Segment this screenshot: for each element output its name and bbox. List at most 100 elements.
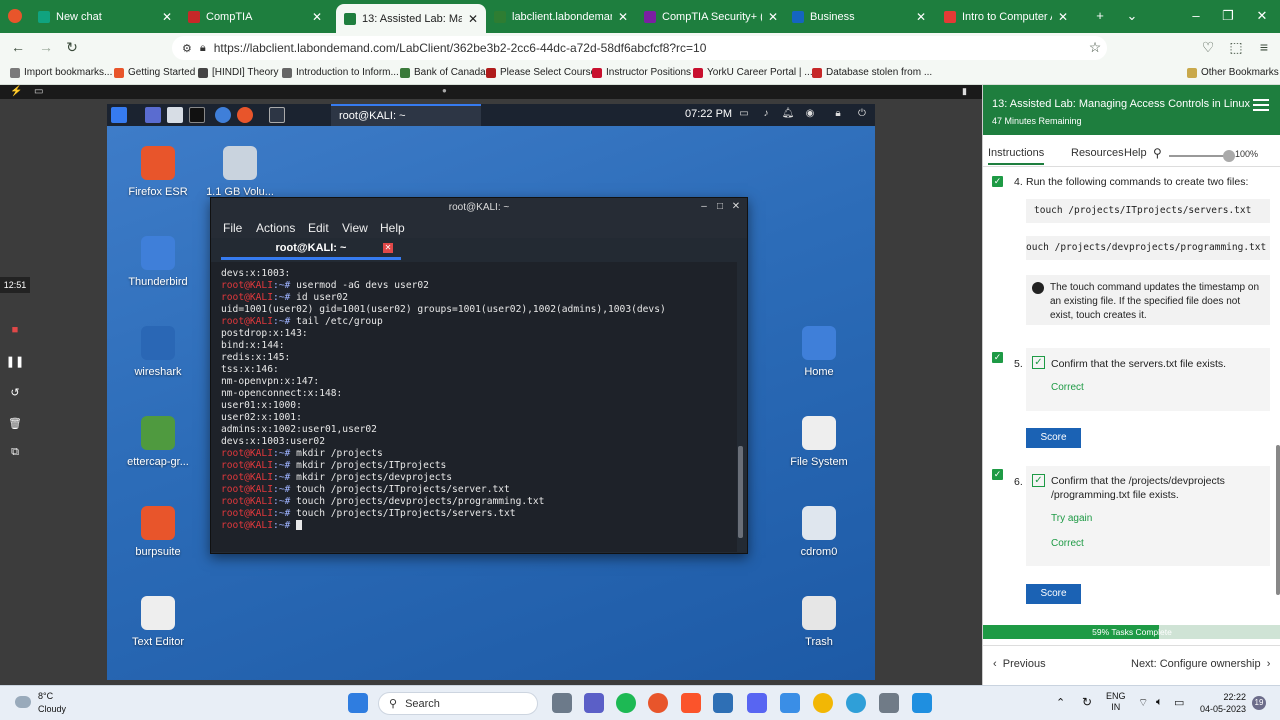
wifi-icon[interactable]: ⌔ [1138, 696, 1148, 710]
desktop-icon[interactable]: Text Editor [108, 596, 208, 648]
step4-code1[interactable]: touch /projects/ITprojects/servers.txt [1026, 199, 1270, 223]
terminal-icon[interactable] [189, 107, 205, 123]
terminal-maximize-button[interactable]: □ [713, 201, 727, 212]
monitor-icon[interactable]: ▭ [34, 86, 43, 97]
kali-clock[interactable]: 07:22 PM [685, 108, 732, 120]
network-icon[interactable]: ◉ [803, 108, 817, 119]
terminal-menu-item[interactable]: File [223, 221, 242, 235]
lightning-icon[interactable]: ⚡ [10, 86, 22, 97]
desktop-icon[interactable]: cdrom0 [769, 506, 869, 558]
previous-button[interactable]: ‹ Previous [993, 658, 1046, 670]
close-window-button[interactable]: ✕ [1244, 8, 1280, 24]
bookmark-item[interactable]: Introduction to Inform... [282, 67, 399, 78]
minimize-button[interactable]: – [1178, 8, 1214, 23]
search-icon[interactable]: ⚲ [1153, 146, 1162, 160]
reload-icon[interactable]: ↻ [62, 39, 82, 56]
taskbar-search[interactable]: ⚲ Search [378, 692, 538, 715]
terminal-menu-item[interactable]: Help [380, 221, 405, 235]
back-icon[interactable]: ← [8, 39, 28, 55]
lab-scrollbar[interactable] [1276, 445, 1280, 595]
reset-icon[interactable]: ↺ [4, 382, 26, 404]
edge-icon[interactable] [846, 693, 866, 713]
chrome-icon[interactable] [813, 693, 833, 713]
desktop-icon[interactable]: Trash [769, 596, 869, 648]
kali-menu-icon[interactable] [111, 107, 127, 123]
tab-resources[interactable]: Resources [1071, 147, 1124, 159]
speaker-icon[interactable]: 🔈︎ [1156, 696, 1163, 709]
desktop-icon[interactable]: ettercap-gr... [108, 416, 208, 468]
bookmark-item[interactable]: Getting Started [114, 67, 195, 78]
terminal-launcher-icon[interactable] [269, 107, 285, 123]
desktop-icon[interactable]: wireshark [108, 326, 208, 378]
firefox-icon[interactable] [237, 107, 253, 123]
forward-icon[interactable]: → [36, 39, 56, 55]
bookmark-item[interactable]: Please Select Course [486, 67, 596, 78]
taskbar-terminal-window[interactable]: root@KALI: ~ [331, 104, 481, 126]
tab-close-icon[interactable]: ✕ [1058, 10, 1068, 24]
desktop-icon[interactable]: File System [769, 416, 869, 468]
task-view-icon[interactable] [552, 693, 572, 713]
stop-icon[interactable]: ■ [4, 319, 26, 341]
discord-icon[interactable] [747, 693, 767, 713]
pause-icon[interactable]: ❚❚ [4, 351, 26, 373]
terminal-tab-close-icon[interactable]: ✕ [383, 243, 393, 253]
spotify-icon[interactable] [616, 693, 636, 713]
tab-close-icon[interactable]: ✕ [162, 10, 172, 24]
tray-chevron-icon[interactable]: ⌃ [1056, 696, 1065, 709]
browser-menu-icon[interactable] [8, 9, 22, 23]
step6-score-button[interactable]: Score [1026, 584, 1081, 604]
settings-gear-icon[interactable] [879, 693, 899, 713]
bookmark-item[interactable]: Bank of Canada [400, 67, 486, 78]
battery-icon[interactable]: ▭ [1174, 696, 1184, 709]
virtualbox-icon[interactable] [713, 693, 733, 713]
step4-code2[interactable]: ouch /projects/devprojects/programming.t… [1026, 236, 1270, 260]
next-button[interactable]: Next: Configure ownership › [1131, 658, 1270, 670]
address-bar[interactable]: ⚙ 🔒︎ https://labclient.labondemand.com/L… [172, 36, 1107, 60]
display-icon[interactable]: ▭ [737, 108, 751, 119]
step6-checkbox[interactable]: ✓ [992, 469, 1003, 480]
teams-icon[interactable] [584, 693, 604, 713]
browser-icon[interactable] [215, 107, 231, 123]
terminal-menu-item[interactable]: Actions [256, 221, 295, 235]
tab-close-icon[interactable]: ✕ [916, 10, 926, 24]
browser-tab[interactable]: New chat ✕ [30, 5, 180, 29]
weather-temp[interactable]: 8°C [38, 691, 53, 701]
other-bookmarks[interactable]: Other Bookmarks [1187, 67, 1279, 78]
bookmark-item[interactable]: YorkU Career Portal | ... [693, 67, 813, 78]
bell-icon[interactable]: 🔔︎ [781, 108, 795, 119]
browser-tab[interactable]: CompTIA ✕ [180, 5, 330, 29]
trash-icon[interactable]: 🗑︎ [4, 413, 26, 435]
terminal-menu-item[interactable]: Edit [308, 221, 329, 235]
browser-tab[interactable]: CompTIA Security+ (SY0-6 ✕ [636, 5, 786, 29]
bookmark-item[interactable]: Database stolen from ... [812, 67, 932, 78]
brave-icon[interactable] [681, 693, 701, 713]
site-info-icon[interactable]: ⚙ [182, 42, 192, 55]
step5-confirm-checkbox[interactable]: ✓ [1032, 356, 1045, 369]
sync-icon[interactable]: ↻ [1082, 695, 1092, 709]
terminal-close-button[interactable]: ✕ [729, 201, 743, 212]
browser-tab[interactable]: Business ✕ [784, 5, 934, 29]
terminal-menu-item[interactable]: View [342, 221, 368, 235]
terminal-window[interactable]: root@KALI: ~ – □ ✕ File Actions Edit View He… [210, 197, 748, 554]
pocket-icon[interactable]: ♡ [1198, 39, 1218, 56]
bookmark-item[interactable]: [HINDI] Theory [198, 67, 279, 78]
terminal-scrollbar[interactable] [738, 446, 743, 538]
terminal-titlebar[interactable]: root@KALI: ~ [211, 198, 747, 218]
step6-confirm-checkbox[interactable]: ✓ [1032, 474, 1045, 487]
weather-desc[interactable]: Cloudy [38, 704, 66, 714]
tab-list-chevron-icon[interactable]: ⌄ [1114, 8, 1150, 24]
tab-close-icon[interactable]: ✕ [618, 10, 628, 24]
desktop-icon[interactable]: Thunderbird [108, 236, 208, 288]
zoom-slider-knob[interactable] [1223, 150, 1235, 162]
files-icon[interactable] [167, 107, 183, 123]
extensions-icon[interactable]: ⬚ [1226, 39, 1246, 56]
browser-tab[interactable]: 13: Assisted Lab: Managing ✕ [336, 4, 486, 33]
tab-close-icon[interactable]: ✕ [468, 12, 478, 26]
firefox-taskbar-icon[interactable] [648, 693, 668, 713]
cloud-icon[interactable] [15, 696, 31, 708]
step5-checkbox[interactable]: ✓ [992, 352, 1003, 363]
app-menu-icon[interactable]: ≡ [1254, 39, 1274, 55]
browser-tab[interactable]: labclient.labondemand.com ✕ [486, 5, 636, 29]
maximize-button[interactable]: ❐ [1210, 8, 1246, 24]
desktop-icon[interactable]: burpsuite [108, 506, 208, 558]
